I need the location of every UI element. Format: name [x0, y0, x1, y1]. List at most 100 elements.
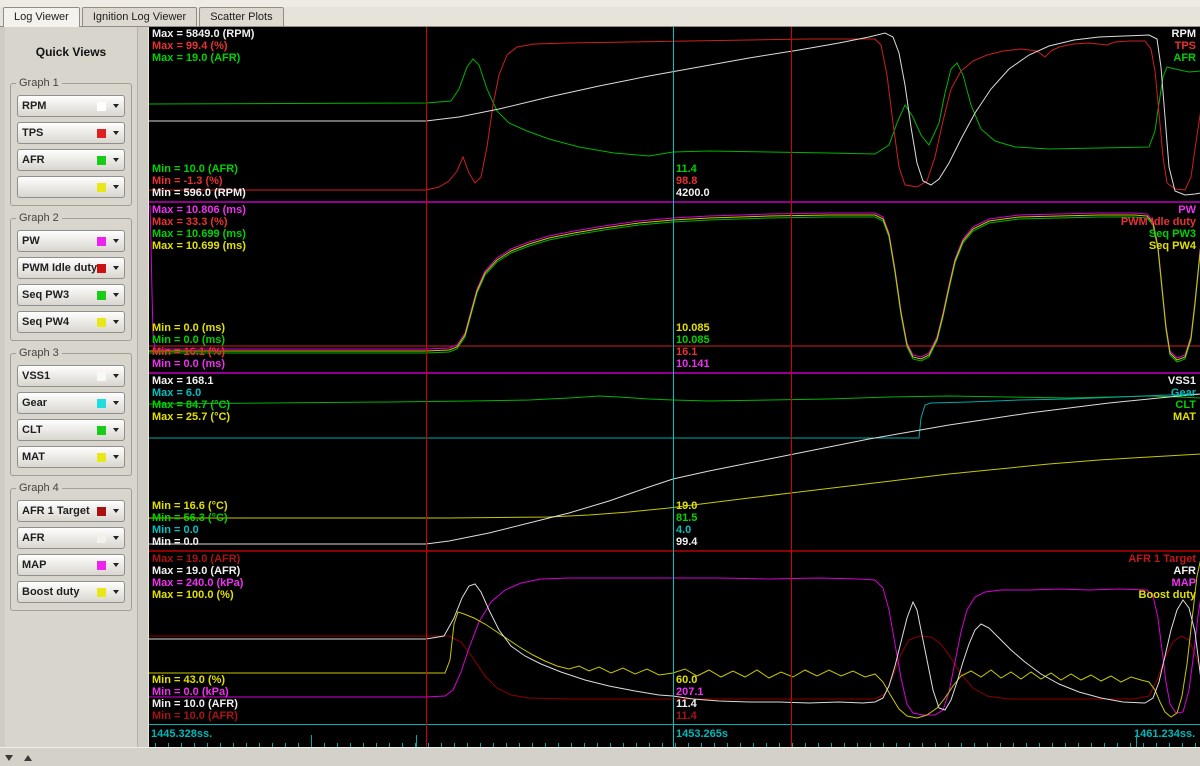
- trace-map: [149, 577, 1200, 716]
- tab-scatter-plots[interactable]: Scatter Plots: [199, 7, 284, 26]
- trace-canvas-1: [149, 32, 1200, 196]
- channel-label: MAP: [22, 559, 47, 571]
- cursor-value: 207.1: [676, 686, 704, 698]
- channel-select-afr-1-target[interactable]: AFR 1 Target: [17, 500, 125, 522]
- min-label: Min = 0.0: [152, 524, 199, 536]
- min-labels: Min = 0.0 (ms) Min = 0.0 (ms) Min = 16.1 (…: [152, 322, 225, 370]
- major-tick: [311, 735, 312, 747]
- color-swatch[interactable]: [97, 263, 106, 273]
- channel-select-rpm[interactable]: RPM: [17, 95, 125, 117]
- min-label: Min = 10.0 (AFR): [152, 163, 238, 175]
- channel-select-boost-duty[interactable]: Boost duty: [17, 581, 125, 603]
- channel-label: VSS1: [22, 370, 51, 382]
- trace-canvas-2: [149, 204, 1200, 363]
- group-graph-1: Graph 1 RPM TPS AFR: [10, 77, 132, 206]
- scroll-up-icon[interactable]: [24, 755, 33, 761]
- color-swatch[interactable]: [97, 317, 106, 327]
- color-swatch[interactable]: [97, 236, 106, 246]
- max-label: Max = 99.4 (%): [152, 40, 228, 52]
- max-label: Max = 84.7 (°C): [152, 399, 231, 411]
- color-swatch[interactable]: [97, 182, 106, 192]
- trace-canvas-3: [149, 393, 1200, 545]
- chevron-down-icon: [113, 374, 119, 378]
- channel-select-pwm-idle-duty[interactable]: PWM Idle duty: [17, 257, 125, 279]
- max-label: Max = 6.0: [152, 387, 202, 399]
- min-label: Min = 16.1 (%): [152, 346, 226, 358]
- color-swatch[interactable]: [97, 587, 106, 597]
- channel-select-empty[interactable]: [17, 176, 125, 198]
- tab-bar: Log Viewer Ignition Log Viewer Scatter Plo…: [0, 7, 1200, 27]
- graph-panel-3[interactable]: Max = 168.1 Max = 6.0 Max = 84.7 (°C) Max =…: [149, 374, 1200, 550]
- min-label: Min = 43.0 (%): [152, 674, 226, 686]
- cursor-value: 4.0: [676, 524, 692, 536]
- quick-views-sidebar: Quick Views Graph 1 RPM TPS AFR Graph 2 PW PWM…: [5, 27, 138, 747]
- graph-panel-1[interactable]: Max = 5849.0 (RPM) Max = 99.4 (%) Max = 19…: [149, 27, 1200, 201]
- chevron-down-icon: [113, 455, 119, 459]
- trace-afr: [149, 583, 1200, 711]
- color-swatch[interactable]: [97, 155, 106, 165]
- channel-select-pw[interactable]: PW: [17, 230, 125, 252]
- trace-vss1: [149, 393, 1200, 545]
- time-cursor[interactable]: [673, 27, 674, 747]
- channel-select-clt[interactable]: CLT: [17, 419, 125, 441]
- graph-panel-2[interactable]: Max = 10.806 (ms) Max = 33.3 (%) Max = 10.…: [149, 203, 1200, 372]
- chevron-down-icon: [113, 131, 119, 135]
- max-label: Max = 19.0 (AFR): [152, 565, 241, 577]
- channel-label: PWM Idle duty: [22, 262, 97, 274]
- color-swatch[interactable]: [97, 290, 106, 300]
- channel-select-seq-pw4[interactable]: Seq PW4: [17, 311, 125, 333]
- channel-select-afr[interactable]: AFR: [17, 527, 125, 549]
- group-title: Graph 4: [16, 482, 62, 494]
- channel-select-map[interactable]: MAP: [17, 554, 125, 576]
- trace-pw: [149, 204, 1200, 359]
- color-swatch[interactable]: [97, 452, 106, 462]
- min-label: Min = 0.0: [152, 536, 199, 548]
- chevron-down-icon: [113, 590, 119, 594]
- cursor-values: 19.0 81.5 4.0 99.4: [676, 500, 697, 548]
- color-swatch[interactable]: [97, 128, 106, 138]
- channel-select-afr[interactable]: AFR: [17, 149, 125, 171]
- max-label: Max = 168.1: [152, 375, 214, 387]
- chevron-down-icon: [113, 401, 119, 405]
- time-label: 1461.234ss.: [1134, 728, 1196, 740]
- channel-select-vss1[interactable]: VSS1: [17, 365, 125, 387]
- channel-label: Seq PW3: [22, 289, 70, 301]
- channel-select-seq-pw3[interactable]: Seq PW3: [17, 284, 125, 306]
- color-swatch[interactable]: [97, 533, 106, 543]
- channel-label: CLT: [22, 424, 43, 436]
- color-swatch[interactable]: [97, 101, 106, 111]
- color-swatch[interactable]: [97, 506, 106, 516]
- max-label: Max = 10.699 (ms): [152, 240, 246, 252]
- tab-ignition-log-viewer[interactable]: Ignition Log Viewer: [81, 7, 198, 26]
- chevron-down-icon: [113, 158, 119, 162]
- color-swatch[interactable]: [97, 398, 106, 408]
- chevron-down-icon: [113, 428, 119, 432]
- red-cursor-left[interactable]: [426, 27, 427, 747]
- min-label: Min = 596.0 (RPM): [152, 187, 246, 199]
- color-swatch[interactable]: [97, 371, 106, 381]
- cursor-values: 60.0 207.1 11.4 11.4: [676, 674, 704, 722]
- trace-boost-duty: [149, 560, 1200, 719]
- trace-afr-1-target: [149, 635, 1200, 700]
- color-swatch[interactable]: [97, 425, 106, 435]
- tab-log-viewer[interactable]: Log Viewer: [3, 7, 80, 27]
- max-labels: Max = 5849.0 (RPM) Max = 99.4 (%) Max = 19…: [152, 28, 254, 64]
- channel-select-tps[interactable]: TPS: [17, 122, 125, 144]
- color-swatch[interactable]: [97, 560, 106, 570]
- channel-select-mat[interactable]: MAT: [17, 446, 125, 468]
- scroll-down-icon[interactable]: [5, 755, 13, 761]
- cursor-value: 16.1: [676, 346, 698, 358]
- chevron-down-icon: [113, 239, 119, 243]
- chevron-down-icon: [113, 293, 119, 297]
- red-cursor-right[interactable]: [791, 27, 792, 747]
- legend-item: TPS: [1174, 40, 1196, 52]
- cursor-value: 99.4: [676, 536, 698, 548]
- graph-panel-4[interactable]: Max = 19.0 (AFR) Max = 19.0 (AFR) Max = 24…: [149, 552, 1200, 724]
- legend: RPM TPS AFR: [1172, 28, 1196, 64]
- channel-select-gear[interactable]: Gear: [17, 392, 125, 414]
- legend-item: PWM Idle duty: [1120, 216, 1196, 228]
- cursor-value: 11.4: [676, 710, 697, 722]
- cursor-values: 11.4 98.8 4200.0: [676, 163, 710, 199]
- min-label: Min = 16.6 (°C): [152, 500, 228, 512]
- trace-afr: [149, 58, 1200, 157]
